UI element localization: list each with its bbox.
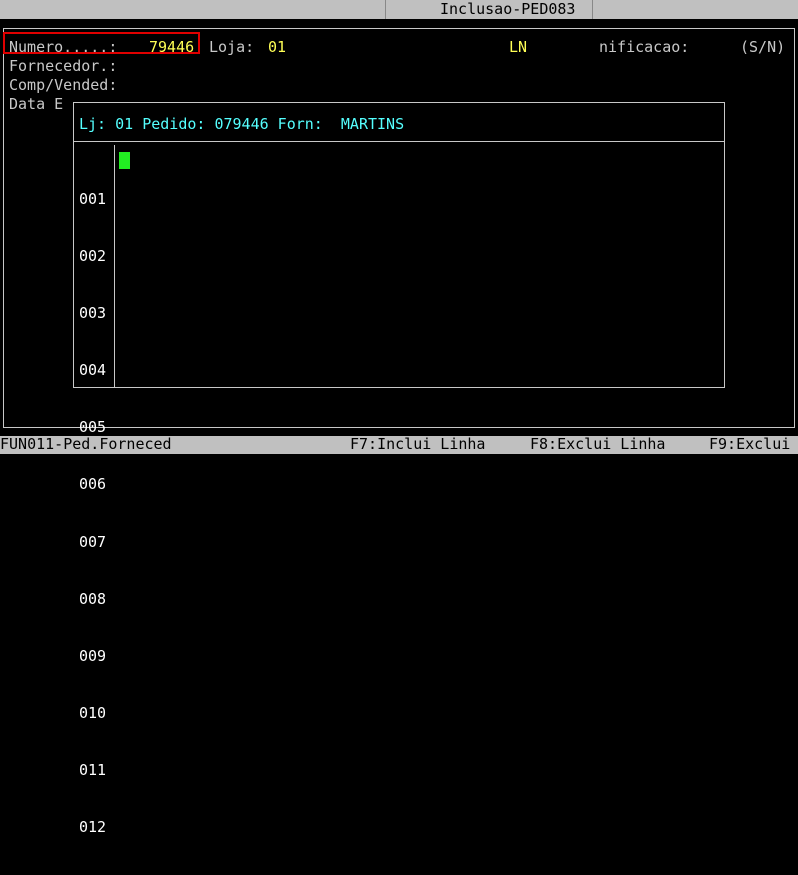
title-bar: Inclusao-PED083 bbox=[0, 0, 798, 19]
loja-label: Loja: bbox=[209, 38, 255, 56]
loja-value[interactable]: 01 bbox=[268, 38, 286, 57]
line-number: 010 bbox=[79, 703, 107, 722]
title-separator bbox=[592, 0, 593, 19]
f9-exclui-key[interactable]: F9:Exclui bbox=[709, 435, 790, 454]
line-numbers: 001 002 003 004 005 006 007 008 009 010 … bbox=[79, 152, 115, 875]
line-number: 009 bbox=[79, 646, 107, 665]
title-separator bbox=[385, 0, 386, 19]
numero-label: Numero.....: bbox=[9, 38, 118, 56]
program-name: FUN011-Ped.Forneced bbox=[0, 435, 172, 453]
sn-label: (S/N) bbox=[740, 38, 786, 56]
line-number: 002 bbox=[79, 247, 107, 266]
status-bar: FUN011-Ped.Forneced F7:Inclui Linha F8:E… bbox=[0, 435, 798, 454]
comp-vended-label: Comp/Vended: bbox=[9, 76, 118, 94]
line-number: 011 bbox=[79, 760, 107, 779]
line-number: 003 bbox=[79, 304, 107, 323]
line-number: 001 bbox=[79, 190, 107, 208]
data-label: Data E bbox=[9, 95, 64, 113]
f7-inclui-linha-key[interactable]: F7:Inclui Linha bbox=[350, 435, 485, 454]
line-number: 008 bbox=[79, 589, 107, 608]
fornecedor-label: Fornecedor.: bbox=[9, 57, 118, 75]
text-cursor[interactable] bbox=[119, 152, 130, 169]
line-number: 012 bbox=[79, 818, 107, 837]
line-number: 007 bbox=[79, 532, 107, 551]
numero-value[interactable]: 79446 bbox=[149, 38, 194, 57]
line-number: 004 bbox=[79, 361, 107, 380]
f8-exclui-linha-key[interactable]: F8:Exclui Linha bbox=[530, 435, 665, 454]
nificacao-label: nificacao: bbox=[599, 38, 690, 56]
items-dialog: Lj: 01 Pedido: 079446 Forn: MARTINS 001 … bbox=[73, 102, 725, 836]
dialog-divider bbox=[74, 141, 724, 142]
window-title: Inclusao-PED083 bbox=[440, 0, 576, 18]
ln-value: LN bbox=[509, 38, 528, 56]
line-number: 006 bbox=[79, 475, 107, 494]
dialog-header: Lj: 01 Pedido: 079446 Forn: MARTINS bbox=[79, 115, 405, 133]
